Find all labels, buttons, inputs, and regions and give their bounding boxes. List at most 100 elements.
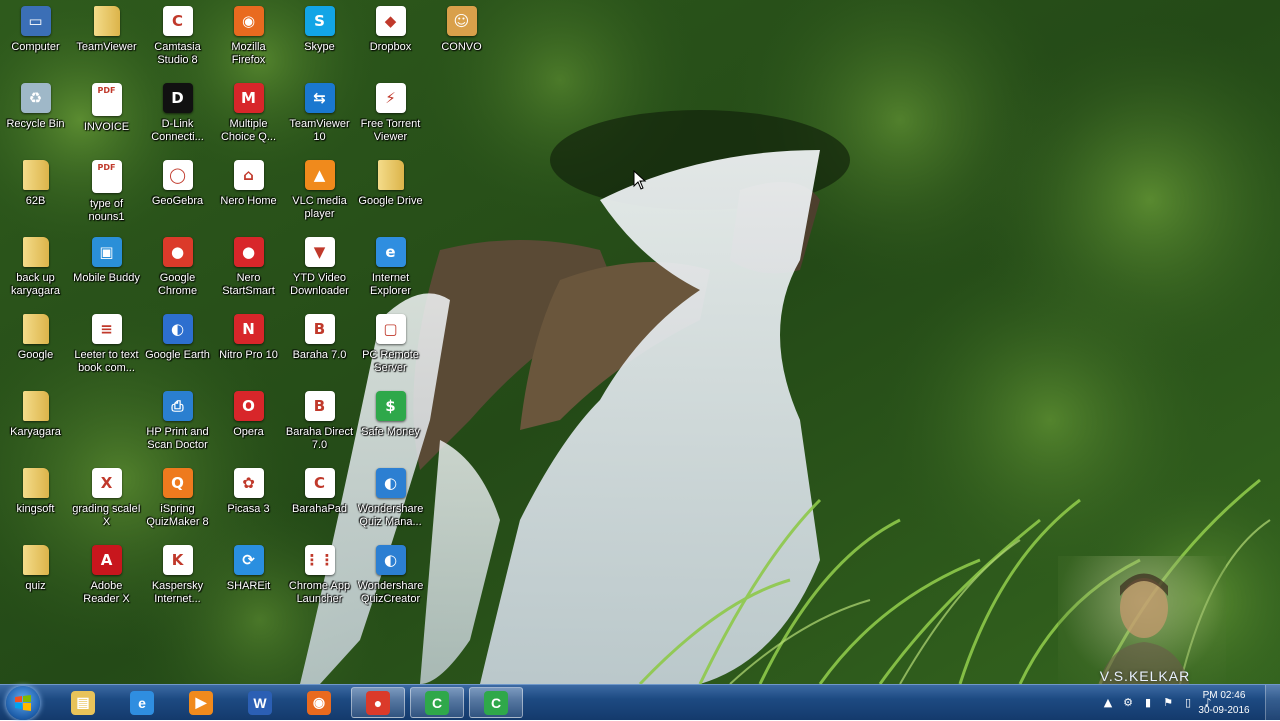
taskbar-button[interactable]: W (233, 687, 287, 718)
dropbox-icon: ◆ (375, 6, 406, 36)
desktop-shortcut[interactable]: ♻ Recycle Bin (0, 81, 71, 158)
camtasia-icon: C (162, 6, 193, 36)
desktop-shortcut[interactable]: D D-Link Connecti... (142, 81, 213, 158)
desktop-shortcut[interactable]: ▭ Computer (0, 4, 71, 81)
vlc-icon: ▲ (304, 160, 335, 190)
desktop-shortcut[interactable]: C Camtasia Studio 8 (142, 4, 213, 81)
signal-strength-icon[interactable]: ▮ (1142, 697, 1154, 709)
firefox-icon: ◉ (307, 690, 331, 715)
taskbar-button[interactable]: ● (351, 687, 405, 718)
desktop-shortcut[interactable]: $ Safe Money (355, 389, 426, 466)
desktop-shortcut[interactable]: ⟳ SHAREit (213, 543, 284, 620)
desktop-shortcut[interactable]: ≡ Leeter to text book com... (71, 312, 142, 389)
file-explorer-icon: ▤ (71, 690, 95, 715)
desktop-shortcut[interactable]: S Skype (284, 4, 355, 81)
desktop-shortcut-label: BarahaPad (291, 503, 348, 515)
empty-grid-cell (426, 81, 497, 158)
desktop-shortcut[interactable]: Karyagara (0, 389, 71, 466)
desktop-shortcut[interactable]: A Adobe Reader X (71, 543, 142, 620)
desktop-shortcut[interactable]: ● Google Chrome (142, 235, 213, 312)
baraha-icon: B (304, 314, 335, 344)
desktop-shortcut[interactable]: ▼ YTD Video Downloader (284, 235, 355, 312)
taskbar-button[interactable]: ◉ (292, 687, 346, 718)
desktop-shortcut[interactable]: C BarahaPad (284, 466, 355, 543)
desktop-shortcut-label: INVOICE (83, 121, 130, 133)
empty-grid-cell (426, 543, 497, 620)
adobe-reader-icon: A (91, 545, 122, 575)
desktop-shortcut-label: iSpring QuizMaker 8 (146, 503, 209, 528)
desktop-shortcut-label: Camtasia Studio 8 (154, 41, 201, 66)
desktop-shortcut[interactable]: N Nitro Pro 10 (213, 312, 284, 389)
desktop-shortcut[interactable]: Google (0, 312, 71, 389)
app-launcher-icon: ⋮⋮ (304, 545, 335, 575)
desktop-shortcut[interactable]: 62B (0, 158, 71, 235)
taskbar-button[interactable]: ▶ (174, 687, 228, 718)
desktop-shortcut[interactable]: ✿ Picasa 3 (213, 466, 284, 543)
folder-icon (22, 314, 49, 344)
desktop-shortcut[interactable]: ⌂ Nero Home (213, 158, 284, 235)
desktop-shortcut-label: TeamViewer (76, 41, 137, 53)
taskbar-button[interactable]: ▤ (56, 687, 110, 718)
desktop-shortcut[interactable]: ⎙ HP Print and Scan Doctor (142, 389, 213, 466)
desktop-shortcut[interactable]: ◆ Dropbox (355, 4, 426, 81)
desktop-shortcut-label: back up karyagara (11, 272, 60, 297)
excel-icon: X (91, 468, 122, 498)
desktop-shortcut[interactable]: kingsoft (0, 466, 71, 543)
desktop-shortcut-label: Computer (11, 41, 60, 53)
desktop-shortcut-label: Adobe Reader X (83, 580, 130, 605)
camtasia-studio-icon: C (484, 690, 508, 715)
desktop-shortcut[interactable]: TeamViewer (71, 4, 142, 81)
desktop-shortcut[interactable]: ⚡ Free Torrent Viewer (355, 81, 426, 158)
desktop-shortcut-label: Nero Home (220, 195, 277, 207)
teamviewer-icon: ⇆ (304, 83, 335, 113)
desktop-shortcut[interactable]: ⇆ TeamViewer 10 (284, 81, 355, 158)
start-button[interactable] (6, 686, 40, 720)
taskbar-clock[interactable]: PM 02:46 30-09-2016 (1194, 688, 1254, 718)
desktop-shortcut[interactable]: B Baraha Direct 7.0 (284, 389, 355, 466)
taskbar-button[interactable]: C (469, 687, 523, 718)
desktop-shortcut[interactable]: ▣ Mobile Buddy (71, 235, 142, 312)
desktop-shortcut[interactable]: ● Nero StartSmart (213, 235, 284, 312)
desktop-shortcut[interactable]: ⋮⋮ Chrome App Launcher (284, 543, 355, 620)
desktop-shortcut[interactable]: ◯ GeoGebra (142, 158, 213, 235)
desktop-shortcut[interactable]: ◉ Mozilla Firefox (213, 4, 284, 81)
desktop-shortcut[interactable]: O Opera (213, 389, 284, 466)
firefox-icon: ◉ (233, 6, 264, 36)
desktop-shortcut[interactable]: K Kaspersky Internet... (142, 543, 213, 620)
desktop-shortcut-label: Baraha Direct 7.0 (285, 426, 354, 451)
battery-icon[interactable]: ▯ (1182, 697, 1194, 709)
google-earth-icon: ◐ (162, 314, 193, 344)
desktop-shortcut[interactable]: ☺ CONVO (426, 4, 497, 81)
desktop-shortcut-label: Chrome App Launcher (288, 580, 351, 605)
taskbar-button[interactable]: C (410, 687, 464, 718)
desktop-shortcut[interactable]: Xgrading scaleI X (71, 466, 142, 543)
desktop-shortcut[interactable]: ▲ VLC media player (284, 158, 355, 235)
clock-time: PM 02:46 (1202, 690, 1246, 701)
desktop-shortcut[interactable]: back up karyagara (0, 235, 71, 312)
desktop-shortcut[interactable]: ◐ Wondershare Quiz Mana... (355, 466, 426, 543)
desktop-shortcut[interactable]: ▢ PC Remote Server (355, 312, 426, 389)
safe-money-icon: $ (375, 391, 406, 421)
desktop-shortcut[interactable]: e Internet Explorer (355, 235, 426, 312)
empty-grid-cell (426, 466, 497, 543)
folder-icon (22, 237, 49, 267)
action-center-flag-icon[interactable]: ⚑ (1162, 697, 1174, 709)
desktop-shortcut[interactable]: Google Drive (355, 158, 426, 235)
desktop-shortcut[interactable]: ◐ Wondershare QuizCreator (355, 543, 426, 620)
desktop-shortcut[interactable]: quiz (0, 543, 71, 620)
network-sync-icon[interactable]: ⚙ (1122, 697, 1134, 709)
taskbar-button[interactable]: e (115, 687, 169, 718)
desktop-shortcut-label: SHAREit (226, 580, 271, 592)
show-desktop-button[interactable] (1265, 685, 1280, 721)
desktop-shortcut-label: Dropbox (369, 41, 412, 53)
desktop-shortcut[interactable]: M Multiple Choice Q... (213, 81, 284, 158)
desktop-shortcut[interactable]: PDF INVOICE (71, 81, 142, 158)
desktop-shortcut[interactable]: QiSpring QuizMaker 8 (142, 466, 213, 543)
empty-grid-cell (71, 389, 142, 466)
desktop-shortcut-label: Google Drive (358, 195, 423, 207)
desktop-shortcut-label: Nero StartSmart (222, 272, 275, 297)
show-hidden-icons-icon[interactable]: ▲ (1102, 697, 1114, 709)
desktop-shortcut[interactable]: PDF type of nouns1 (71, 158, 142, 235)
desktop-shortcut[interactable]: B Baraha 7.0 (284, 312, 355, 389)
desktop-shortcut[interactable]: ◐ Google Earth (142, 312, 213, 389)
